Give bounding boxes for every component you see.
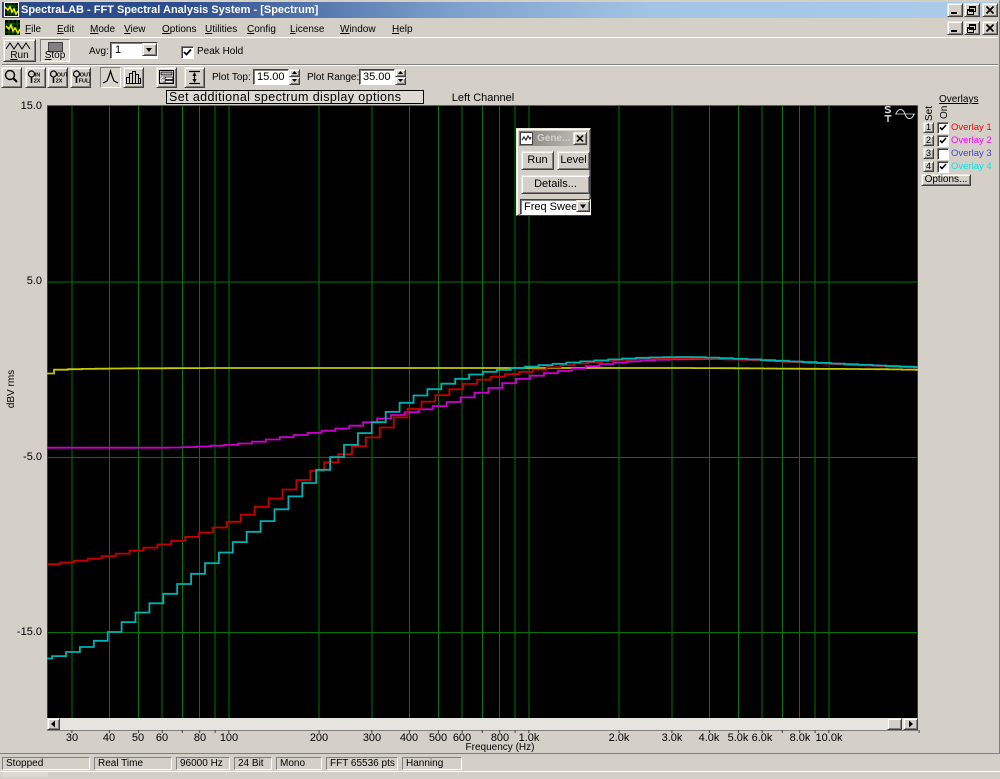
svg-text:Set: Set <box>924 106 935 121</box>
svg-text:On: On <box>939 106 950 119</box>
